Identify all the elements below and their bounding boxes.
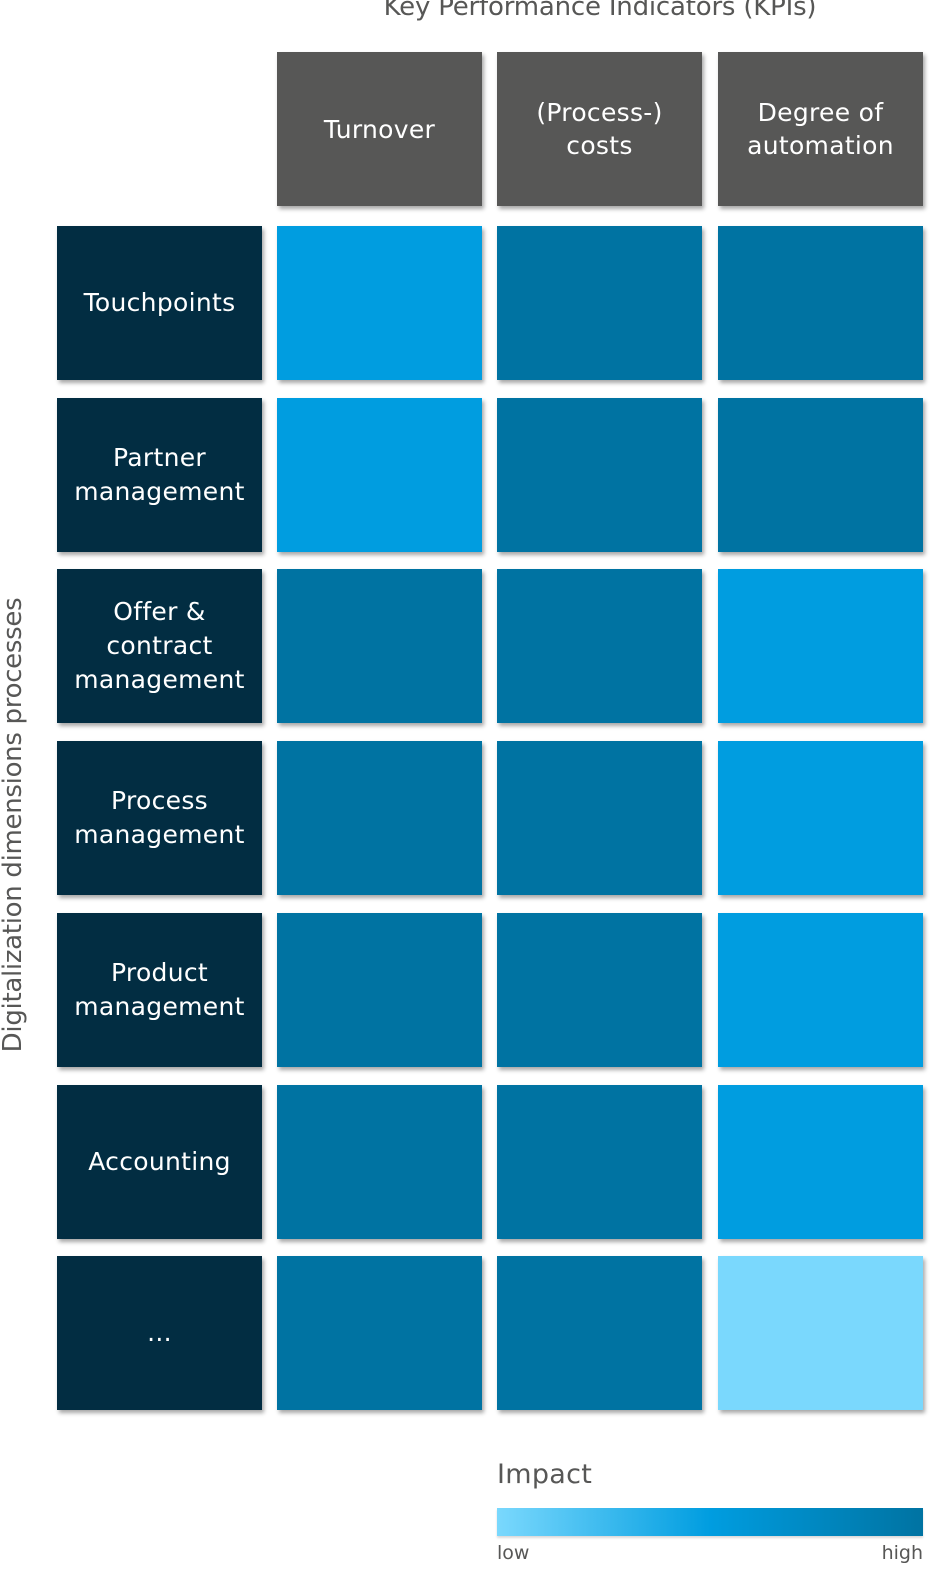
row-header-label: Partner management bbox=[74, 443, 245, 506]
chart-title: Key Performance Indicators (KPIs) bbox=[383, 0, 817, 22]
legend-high-label: high bbox=[881, 1542, 923, 1564]
legend-gradient-bar bbox=[497, 1508, 923, 1536]
heatmap-cell bbox=[277, 1256, 482, 1410]
row-header: ... bbox=[57, 1256, 262, 1410]
row-header-label: Process management bbox=[74, 786, 245, 849]
column-header-label: Turnover bbox=[323, 114, 436, 144]
row-header-label: Offer & contract management bbox=[74, 597, 245, 694]
heatmap-cell bbox=[497, 1085, 702, 1239]
heatmap-cell bbox=[718, 913, 923, 1067]
heatmap-cell bbox=[277, 398, 482, 552]
row-header-label: Touchpoints bbox=[83, 288, 236, 317]
row-header-label: Product management bbox=[74, 958, 245, 1021]
heatmap-cell bbox=[718, 741, 923, 895]
row-header: Product management bbox=[57, 913, 262, 1067]
heatmap-cell bbox=[718, 226, 923, 380]
row-header: Offer & contract management bbox=[57, 569, 262, 723]
heatmap-cell bbox=[497, 569, 702, 723]
heatmap-cell bbox=[497, 741, 702, 895]
heatmap-cell bbox=[277, 913, 482, 1067]
heatmap-cell bbox=[277, 569, 482, 723]
row-header: Touchpoints bbox=[57, 226, 262, 380]
heatmap-cell bbox=[497, 398, 702, 552]
legend-low-label: low bbox=[497, 1542, 530, 1564]
heatmap-cell bbox=[497, 913, 702, 1067]
heatmap-cell bbox=[497, 1256, 702, 1410]
heatmap-cell bbox=[277, 226, 482, 380]
row-header-label: Accounting bbox=[88, 1147, 231, 1176]
y-axis-label: Digitalization dimensions processes bbox=[0, 597, 28, 1053]
column-header-label: (Process-) costs bbox=[536, 98, 663, 160]
heatmap-cell bbox=[497, 226, 702, 380]
heatmap-cell bbox=[718, 1085, 923, 1239]
legend-title: Impact bbox=[497, 1459, 593, 1490]
heatmap-cell bbox=[718, 398, 923, 552]
column-header: Turnover bbox=[277, 52, 482, 206]
heatmap-cell bbox=[718, 1256, 923, 1410]
column-header: Degree of automation bbox=[718, 52, 923, 206]
row-header: Partner management bbox=[57, 398, 262, 552]
row-header: Accounting bbox=[57, 1085, 262, 1239]
heatmap-cell bbox=[718, 569, 923, 723]
row-header: Process management bbox=[57, 741, 262, 895]
heatmap-cell bbox=[277, 1085, 482, 1239]
heatmap-cell bbox=[277, 741, 482, 895]
row-header-label: ... bbox=[147, 1318, 172, 1347]
column-header-label: Degree of automation bbox=[747, 98, 894, 160]
column-header: (Process-) costs bbox=[497, 52, 702, 206]
